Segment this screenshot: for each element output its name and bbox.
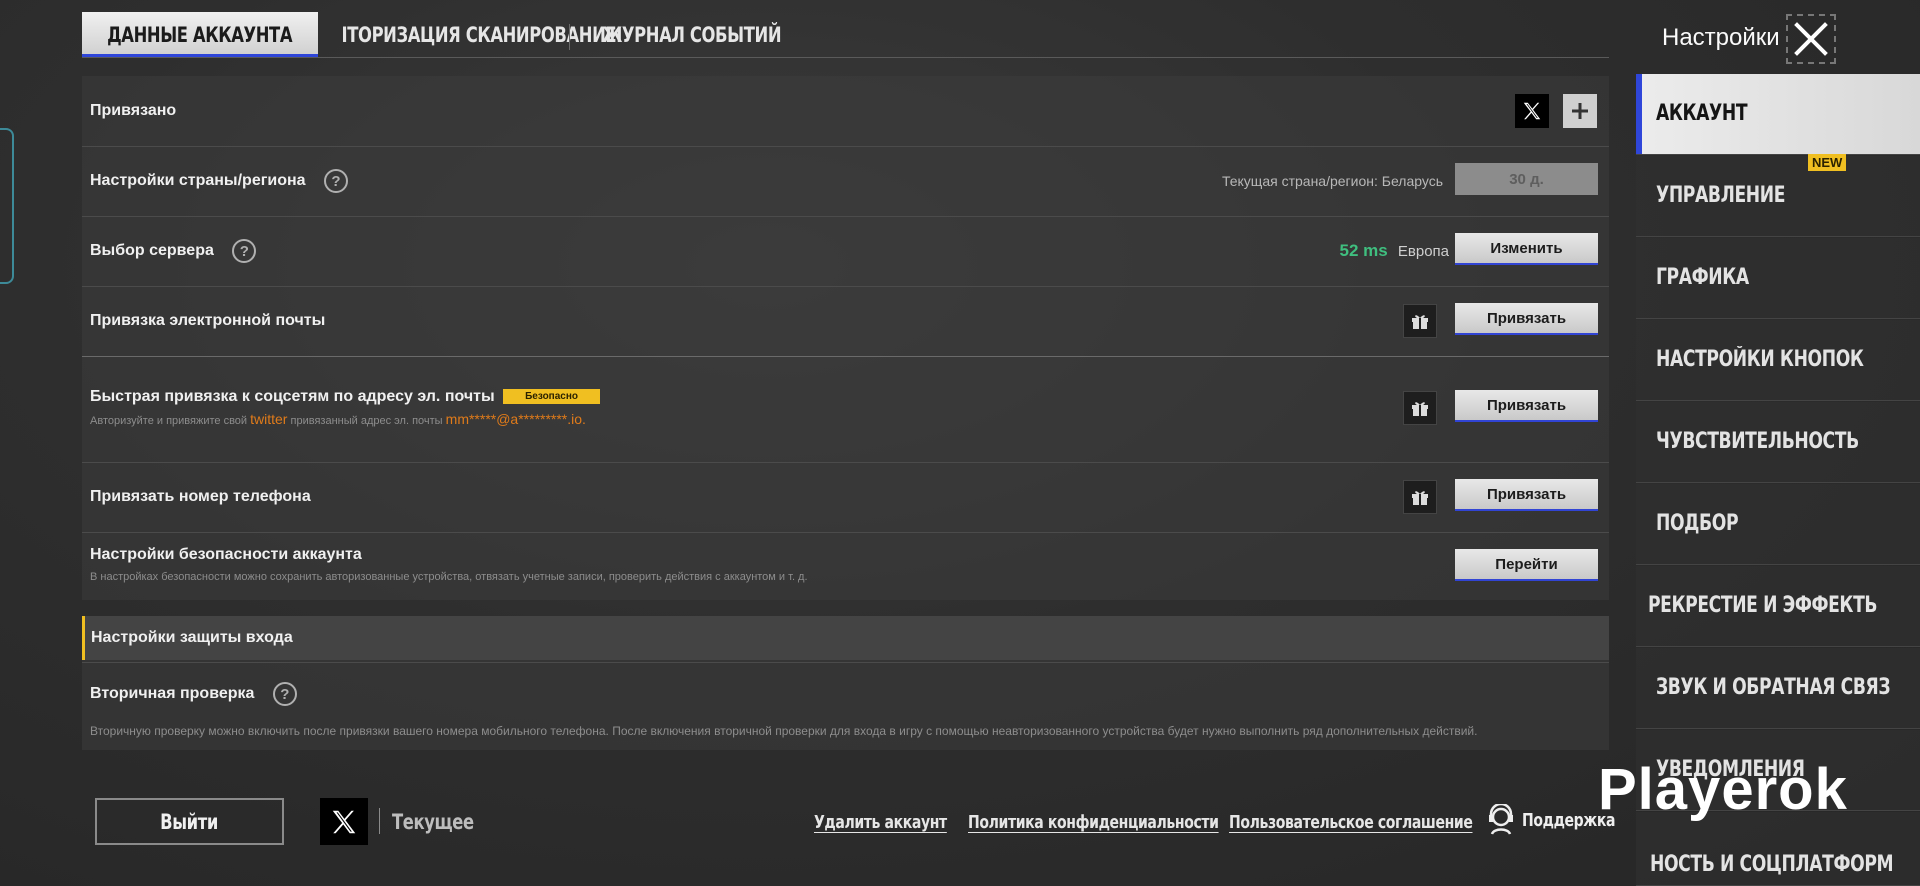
quick-bind-row: Быстрая привязка к соцсетям по адресу эл… [82, 356, 1609, 462]
login-protection-header: Настройки защиты входа [82, 616, 1609, 660]
sidebar-item-sensitivity[interactable]: ЧУВСТВИТЕЛЬНОСТЬ [1636, 402, 1920, 483]
help-icon[interactable]: ? [232, 239, 257, 263]
quick-bind-label-wrap: Быстрая привязка к соцсетям по адресу эл… [90, 388, 600, 406]
quick-bind-button[interactable]: Привязать [1455, 390, 1598, 422]
region-change-button[interactable]: 30 д. [1455, 163, 1598, 195]
masked-email: mm*****@a*********.io. [445, 411, 586, 427]
tab-account-data[interactable]: ДАННЫЕ АККАУНТА [82, 12, 318, 57]
sidebar-item-crosshair[interactable]: РЕКРЕСТИЕ И ЭФФЕКТЬ [1636, 566, 1920, 647]
button-label: Перейти [1495, 555, 1558, 573]
sidebar-item-label: ЗВУК И ОБРАТНАЯ СВЯЗ [1656, 675, 1891, 700]
sidebar-item-graphics[interactable]: ГРАФИКА [1636, 238, 1920, 319]
sidebar-item-button-settings[interactable]: НАСТРОЙКИ КНОПОК [1636, 320, 1920, 401]
sidebar-item-label: НОСТЬ И СОЦПЛАТФОРМ [1650, 852, 1894, 877]
server-label: Выбор сервера [90, 242, 214, 260]
region-settings-row: Настройки страны/региона ? Текущая стран… [82, 146, 1609, 216]
gift-reward-icon[interactable] [1403, 391, 1437, 425]
button-label: Привязать [1486, 396, 1567, 414]
privacy-policy-link[interactable]: Политика конфиденциальности [968, 812, 1219, 833]
security-subtext: В настройках безопасности можно сохранит… [90, 571, 808, 583]
tab-label: ДАННЫЕ АККАУНТА [107, 22, 293, 47]
sidebar-item-controls[interactable]: NEW УПРАВЛЕНИЕ [1636, 154, 1920, 237]
sidebar-item-label: АККАУНТ [1656, 101, 1748, 126]
tab-label: ЖУРНАЛ СОБЫТИЙ [602, 22, 782, 47]
ping-value: 52 ms [1339, 241, 1388, 260]
button-label: Привязать [1486, 309, 1567, 327]
secondary-label-wrap: Вторичная проверка ? [90, 682, 297, 706]
email-label: Привязка электронной почты [90, 312, 326, 329]
sidebar-item-social-platforms[interactable]: НОСТЬ И СОЦПЛАТФОРМ [1636, 812, 1920, 886]
secondary-verification-label: Вторичная проверка [90, 685, 255, 703]
server-status: 52 ms Европа [1340, 241, 1450, 261]
close-icon [1794, 22, 1828, 56]
region-label: Настройки страны/региона [90, 172, 306, 190]
sidebar-item-label: НАСТРОЙКИ КНОПОК [1656, 347, 1864, 372]
current-account-label: Текущее [392, 810, 474, 834]
quick-bind-label: Быстрая привязка к соцсетям по адресу эл… [90, 388, 495, 405]
phone-bind-row: Привязать номер телефона Привязать [82, 462, 1609, 532]
linked-accounts-row: Привязано [82, 76, 1609, 146]
add-link-button[interactable] [1563, 94, 1597, 128]
login-protection-title: Настройки защиты входа [91, 629, 293, 646]
server-select-row: Выбор сервера ? 52 ms Европа Изменить [82, 216, 1609, 286]
server-name: Европа [1397, 243, 1449, 260]
go-to-security-button[interactable]: Перейти [1455, 549, 1598, 581]
help-icon[interactable]: ? [272, 682, 297, 706]
server-label-wrap: Выбор сервера ? [90, 239, 257, 263]
sidebar-item-label: ЧУВСТВИТЕЛЬНОСТЬ [1656, 429, 1859, 454]
footer-divider [379, 808, 380, 834]
bind-phone-button[interactable]: Привязать [1455, 479, 1598, 511]
sidebar-item-matchmaking[interactable]: ПОДБОР [1636, 484, 1920, 565]
sidebar-item-sound[interactable]: ЗВУК И ОБРАТНАЯ СВЯЗ [1636, 648, 1920, 729]
sidebar-item-label: РЕКРЕСТИЕ И ЭФФЕКТЬ [1648, 593, 1878, 618]
gift-reward-icon[interactable] [1403, 304, 1437, 338]
button-label: Изменить [1490, 239, 1563, 257]
bind-email-button[interactable]: Привязать [1455, 303, 1598, 335]
tab-event-log[interactable]: ЖУРНАЛ СОБЫТИЙ [572, 12, 812, 57]
safe-badge: Безопасно [503, 389, 600, 405]
account-security-row: Настройки безопасности аккаунта В настро… [82, 532, 1609, 600]
logout-button[interactable]: Выйти [95, 798, 284, 845]
region-cooldown-label: 30 д. [1509, 170, 1544, 188]
x-logo-icon [1515, 94, 1549, 128]
close-button[interactable] [1786, 14, 1836, 64]
gift-reward-icon[interactable] [1403, 480, 1437, 514]
phone-label: Привязать номер телефона [90, 488, 311, 505]
quick-bind-subtext: Авторизуйте и привяжите свой twitter при… [90, 411, 586, 427]
service-name: twitter [250, 411, 288, 427]
sub-prefix: Авторизуйте и привяжите свой [90, 415, 248, 427]
change-server-button[interactable]: Изменить [1455, 233, 1598, 265]
sidebar-item-label: ГРАФИКА [1656, 265, 1749, 290]
logout-label: Выйти [160, 809, 219, 834]
settings-title: Настройки [1662, 24, 1780, 51]
sidebar-item-label: ПОДБОР [1656, 511, 1739, 536]
top-tab-bar: ДАННЫЕ АККАУНТА ІТОРИЗАЦИЯ СКАНИРОВАНИЕІ… [82, 12, 1609, 58]
security-label: Настройки безопасности аккаунта [90, 546, 362, 563]
sidebar-item-account[interactable]: АККАУНТ [1636, 74, 1920, 155]
x-logo-icon [320, 798, 368, 845]
email-bind-row: Привязка электронной почты Привязать [82, 286, 1609, 356]
sub-middle: привязанный адрес эл. почты [290, 415, 443, 427]
secondary-verification-subtext: Вторичную проверку можно включить после … [90, 724, 1478, 738]
new-badge: NEW [1808, 154, 1847, 171]
headset-support-icon [1489, 804, 1513, 835]
button-label: Привязать [1486, 485, 1567, 503]
tab-divider [569, 24, 570, 50]
left-edge-handle[interactable] [0, 128, 14, 284]
linked-label: Привязано [90, 102, 177, 119]
help-icon[interactable]: ? [324, 169, 348, 193]
current-region-text: Текущая страна/регион: Беларусь [1221, 173, 1443, 189]
region-label-wrap: Настройки страны/региона ? [90, 169, 348, 193]
plus-icon [1572, 103, 1588, 119]
delete-account-link[interactable]: Удалить аккаунт [814, 812, 947, 833]
user-agreement-link[interactable]: Пользовательское соглашение [1229, 812, 1473, 833]
watermark-logo: Playerok [1598, 757, 1848, 822]
secondary-verification-row: Вторичная проверка ? Вторичную проверку … [82, 662, 1609, 750]
sidebar-item-label: УПРАВЛЕНИЕ [1656, 183, 1786, 208]
